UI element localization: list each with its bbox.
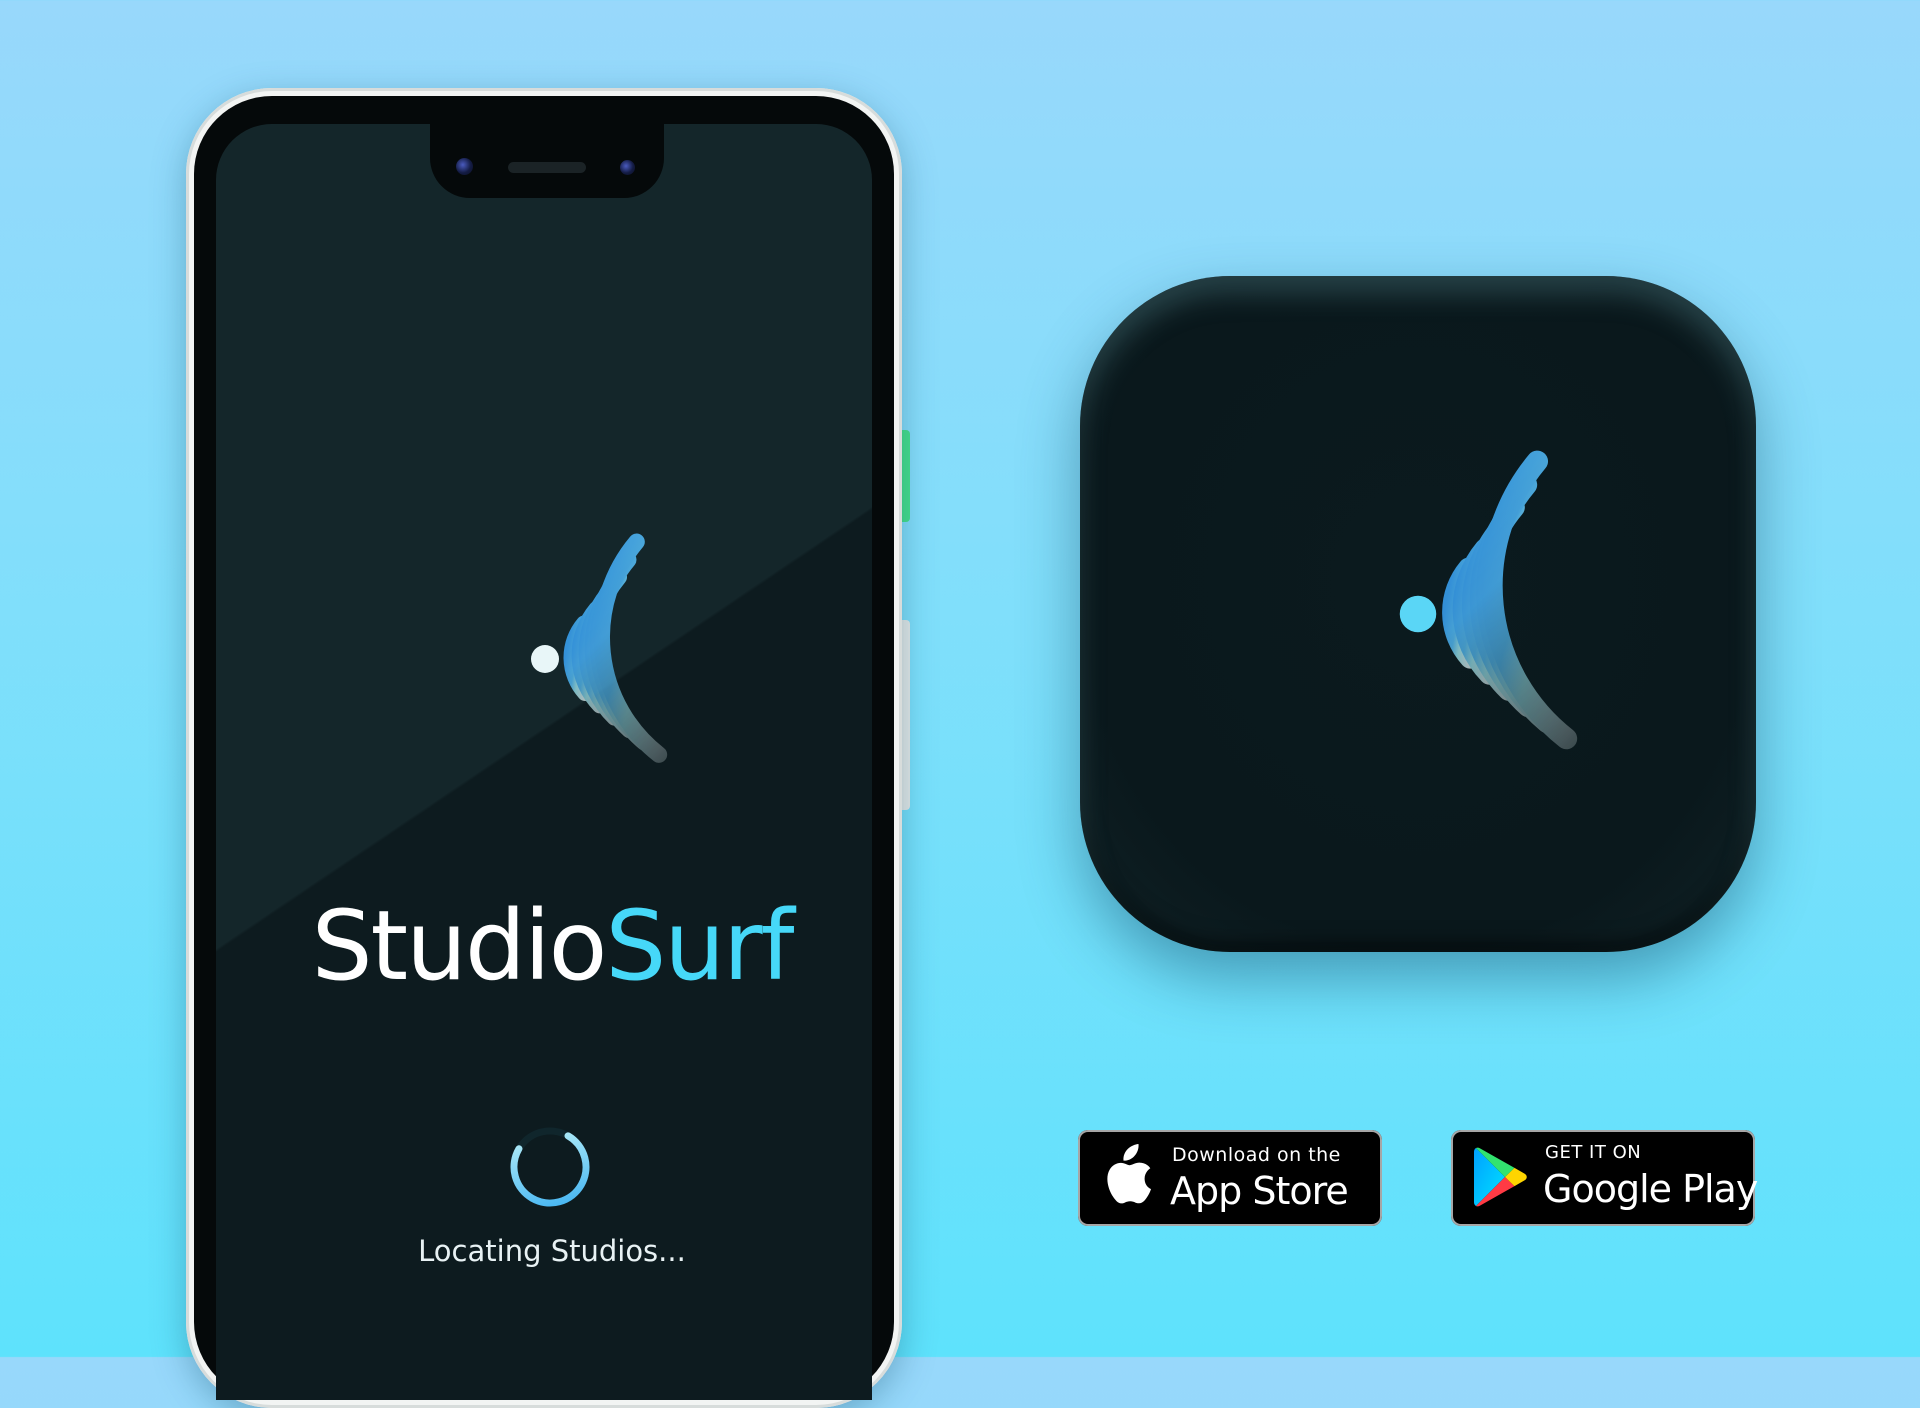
disc-center-dot [1399,595,1437,633]
google-play-badge[interactable]: GET IT ON Google Play [1451,1130,1758,1226]
loading-spinner-icon [510,1127,590,1207]
app-store-small-text: Download on the [1172,1144,1341,1166]
phone-notch [430,124,664,198]
front-camera-icon [456,158,473,175]
app-splash-screen: StudioSurf Locating Studios... [216,124,872,1400]
app-wordmark: StudioSurf [216,898,872,994]
front-sensor-icon [620,160,635,175]
phone-mockup: StudioSurf Locating Studios... [186,88,902,1408]
wordmark-studio: Studio [311,890,608,1002]
vinyl-disc-logo-icon [1399,450,1578,750]
app-store-big-text: App Store [1170,1169,1349,1213]
phone-volume-button [902,620,910,810]
disc-center-dot [531,645,559,673]
google-play-icon [1474,1147,1527,1207]
phone-bezel: StudioSurf Locating Studios... [194,96,894,1400]
phone-power-button [902,430,910,522]
app-icon-tile [1080,276,1756,952]
wordmark-surf: Surf [605,890,794,1002]
disc-rings [1442,450,1578,750]
disc-rings [563,533,668,763]
loading-status-text: Locating Studios... [418,1234,686,1268]
google-play-big-text: Google Play [1543,1167,1758,1211]
google-play-small-text: GET IT ON [1545,1142,1642,1163]
earpiece-speaker [508,162,586,173]
vinyl-disc-logo-icon [531,533,668,763]
apple-icon [1107,1144,1151,1204]
app-store-badge[interactable]: Download on the App Store [1078,1130,1382,1226]
